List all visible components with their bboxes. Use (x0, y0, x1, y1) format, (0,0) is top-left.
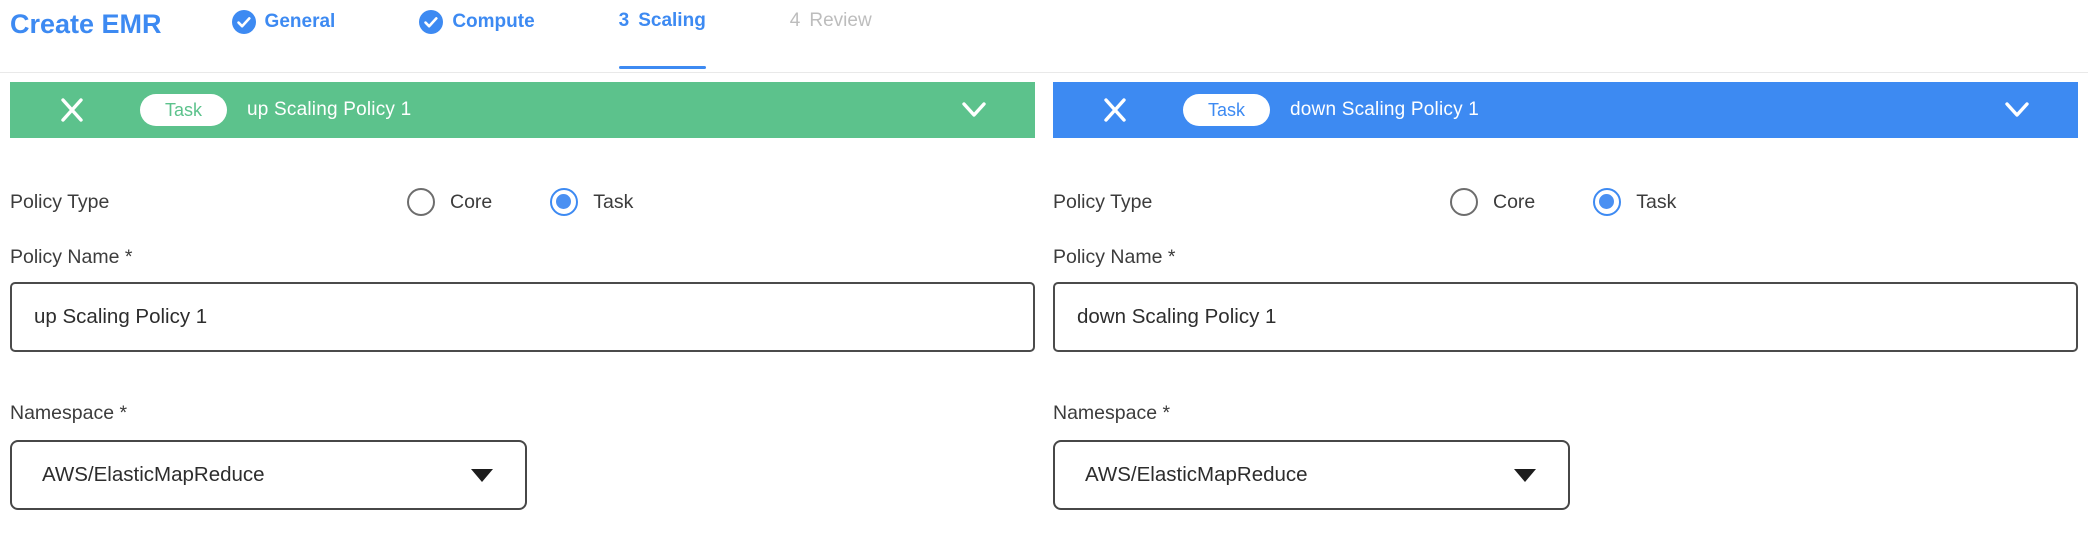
namespace-select[interactable]: AWS/ElasticMapReduce (10, 440, 527, 510)
radio-option-core[interactable]: Core (407, 188, 492, 216)
panel-title: up Scaling Policy 1 (247, 99, 411, 121)
radio-option-task[interactable]: Task (1593, 188, 1676, 216)
chevron-down-icon[interactable] (2002, 100, 2032, 120)
wizard-nav: Create EMR General Compute 3 Scaling (0, 0, 2088, 73)
panel-up-scaling-policy: Task up Scaling Policy 1 Policy Type Cor… (10, 82, 1035, 510)
policy-type-row: Policy Type Core Task (1053, 188, 2078, 216)
panel-header-up: Task up Scaling Policy 1 (10, 82, 1035, 138)
radio-circle-selected (1593, 188, 1621, 216)
page-title: Create EMR (10, 0, 162, 72)
close-icon[interactable] (58, 96, 86, 124)
policy-type-badge: Task (1183, 94, 1270, 126)
step-scaling[interactable]: 3 Scaling (619, 0, 706, 72)
namespace-label: Namespace * (1053, 402, 2078, 425)
chevron-down-icon[interactable] (959, 100, 989, 120)
caret-down-icon (471, 469, 493, 482)
radio-label: Task (1636, 191, 1676, 214)
policy-type-badge: Task (140, 94, 227, 126)
radio-option-core[interactable]: Core (1450, 188, 1535, 216)
policy-type-radio-group: Core Task (407, 188, 633, 216)
policy-type-radio-group: Core Task (1450, 188, 1676, 216)
namespace-selected-value: AWS/ElasticMapReduce (42, 463, 265, 487)
policy-type-row: Policy Type Core Task (10, 188, 1035, 216)
panel-title: down Scaling Policy 1 (1290, 99, 1479, 121)
radio-circle-selected (550, 188, 578, 216)
policy-name-label: Policy Name * (10, 246, 1035, 269)
radio-circle-unselected (1450, 188, 1478, 216)
active-step-underline (619, 66, 706, 69)
namespace-label: Namespace * (10, 402, 1035, 425)
policy-type-label: Policy Type (1053, 191, 1450, 214)
step-compute[interactable]: Compute (419, 0, 534, 72)
panel-down-scaling-policy: Task down Scaling Policy 1 Policy Type C… (1053, 82, 2078, 510)
panel-body-up: Policy Type Core Task Policy Name * Name… (10, 188, 1035, 510)
radio-label: Task (593, 191, 633, 214)
namespace-selected-value: AWS/ElasticMapReduce (1085, 463, 1308, 487)
policy-name-input[interactable] (1053, 282, 2078, 352)
step-number: 3 (619, 10, 630, 32)
step-number: 4 (790, 10, 801, 32)
panel-body-down: Policy Type Core Task Policy Name * Name… (1053, 188, 2078, 510)
policy-type-label: Policy Type (10, 191, 407, 214)
step-review[interactable]: 4 Review (790, 0, 872, 72)
radio-label: Core (1493, 191, 1535, 214)
wizard-steps: General Compute 3 Scaling 4 Review (232, 0, 956, 72)
step-label: Scaling (638, 10, 706, 32)
radio-label: Core (450, 191, 492, 214)
namespace-select[interactable]: AWS/ElasticMapReduce (1053, 440, 1570, 510)
policy-name-input[interactable] (10, 282, 1035, 352)
step-general[interactable]: General (232, 0, 336, 72)
check-circle-icon (419, 10, 443, 34)
radio-circle-unselected (407, 188, 435, 216)
panel-header-down: Task down Scaling Policy 1 (1053, 82, 2078, 138)
policy-name-label: Policy Name * (1053, 246, 2078, 269)
step-label: Review (809, 10, 871, 32)
step-label: General (265, 11, 336, 33)
check-circle-icon (232, 10, 256, 34)
close-icon[interactable] (1101, 96, 1129, 124)
step-label: Compute (452, 11, 534, 33)
scaling-policies-grid: Task up Scaling Policy 1 Policy Type Cor… (0, 73, 2088, 510)
caret-down-icon (1514, 469, 1536, 482)
radio-option-task[interactable]: Task (550, 188, 633, 216)
